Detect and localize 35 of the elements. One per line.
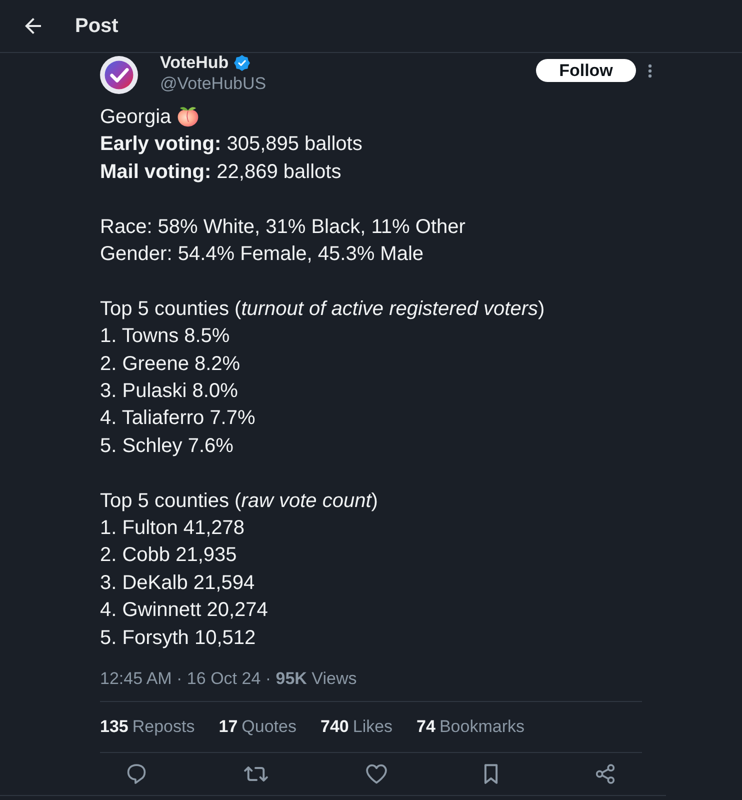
post-text: Mail voting: 22,869 ballots bbox=[100, 160, 342, 185]
peach-icon bbox=[177, 105, 200, 127]
post-timestamp-views: 12:45 AM · 16 Oct 24 · 95K Views bbox=[100, 668, 642, 702]
post-text: 3. DeKalb 21,594 bbox=[100, 570, 256, 596]
author-handle[interactable]: @VoteHubUS bbox=[160, 73, 266, 95]
share-icon[interactable] bbox=[596, 764, 615, 784]
author-name[interactable]: VoteHub bbox=[160, 53, 229, 73]
post-text: 5. Forsyth 10,512 bbox=[100, 626, 257, 651]
post-text: 5. Schley 7.6% bbox=[100, 434, 234, 459]
heart-icon[interactable] bbox=[366, 764, 386, 784]
engagement-stat-link[interactable]: 17 Quotes bbox=[218, 716, 296, 738]
post-text: Gender: 54.4% Female, 45.3% Male bbox=[100, 242, 425, 268]
post-text: Georgia bbox=[100, 106, 172, 128]
post-text: 1. Fulton 41,278 bbox=[100, 516, 246, 542]
follow-button[interactable]: Follow bbox=[536, 59, 636, 82]
engagement-stat-link[interactable]: 740 Likes bbox=[320, 716, 393, 738]
page-title: Post bbox=[75, 14, 118, 38]
post-text: Early voting: 305,895 ballots bbox=[100, 132, 364, 158]
post-text: Top 5 counties (raw vote count) bbox=[100, 488, 379, 514]
post-text: 2. Cobb 21,935 bbox=[100, 543, 238, 568]
post-text: 4. Taliaferro 7.7% bbox=[100, 406, 256, 432]
post-text: 1. Towns 8.5% bbox=[100, 324, 231, 350]
post-text: Top 5 counties (turnout of active registered voters) bbox=[100, 296, 546, 322]
post-text: 3. Pulaski 8.0% bbox=[100, 379, 239, 404]
post-text: 2. Greene 8.2% bbox=[100, 352, 242, 377]
repost-arrows-icon[interactable] bbox=[244, 764, 268, 784]
engagement-stat-link[interactable]: 135 Reposts bbox=[100, 716, 195, 738]
post-text: Race: 58% White, 31% Black, 11% Other bbox=[100, 214, 466, 240]
bookmark-icon[interactable] bbox=[484, 764, 498, 784]
engagement-stat-link[interactable]: 74 Bookmarks bbox=[416, 716, 524, 738]
reply-speech-bubble-icon[interactable] bbox=[127, 764, 146, 784]
back-arrow-icon[interactable] bbox=[24, 18, 42, 34]
more-options-icon[interactable] bbox=[648, 64, 652, 78]
check-avatar-icon[interactable] bbox=[100, 56, 138, 94]
post-text: 4. Gwinnett 20,274 bbox=[100, 598, 269, 624]
